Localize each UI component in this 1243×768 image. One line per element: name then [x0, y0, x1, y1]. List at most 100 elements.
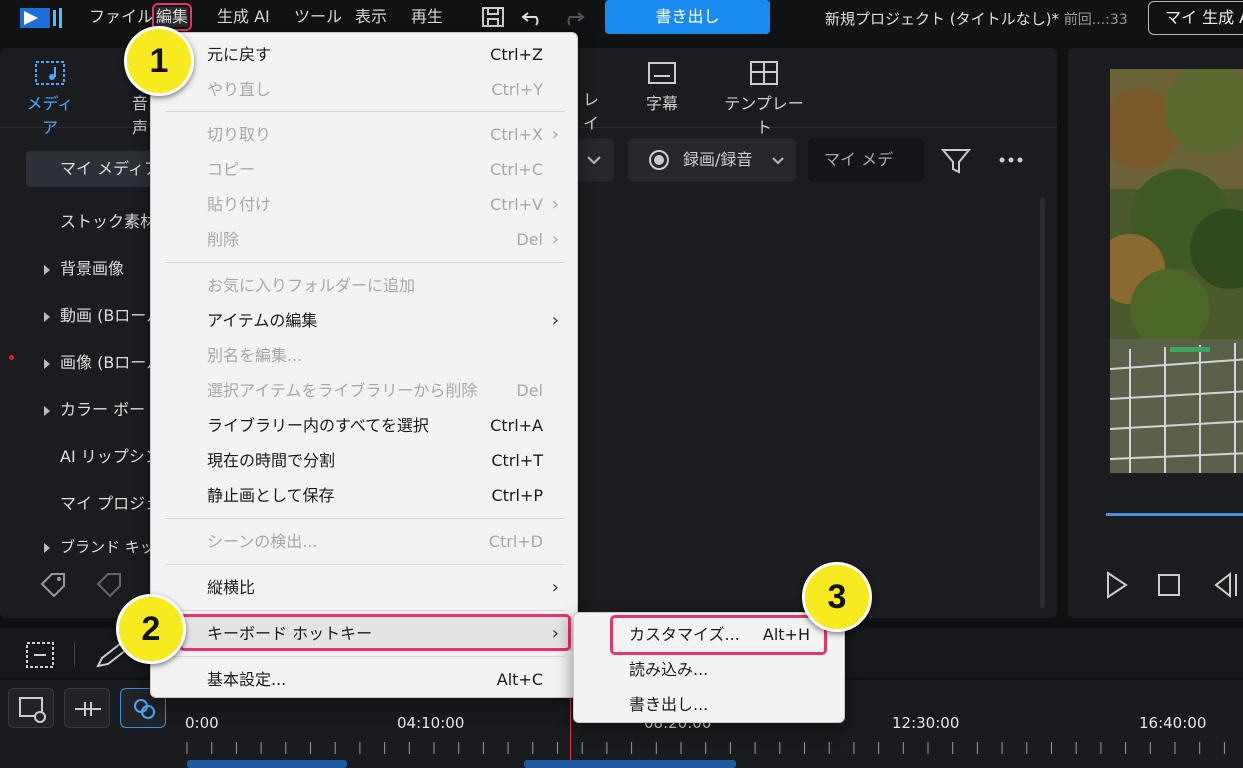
record-icon	[649, 150, 669, 170]
snap-button[interactable]	[64, 688, 110, 728]
edit-menu: 元に戻す Ctrl+Z やり直し Ctrl+Y 切り取り Ctrl+X › コピー Ctr…	[150, 32, 579, 698]
tab-templates-label: テンプレート	[724, 94, 804, 137]
app-logo-icon	[20, 8, 62, 28]
sidebar-item-label: 画像 (Bロール	[60, 353, 163, 372]
menu-separator	[165, 518, 565, 519]
menu-item-edit-item[interactable]: アイテムの編集 ›	[151, 303, 579, 338]
chevron-right-icon: ›	[551, 124, 559, 145]
media-scrollbar[interactable]	[1040, 198, 1045, 608]
menu-item-copy[interactable]: コピー Ctrl+C	[151, 152, 579, 187]
undo-icon[interactable]	[520, 5, 546, 29]
tab-overlay-label: レイ	[582, 90, 599, 133]
project-name: 新規プロジェクト (タイトルなし)*	[825, 10, 1059, 28]
menu-item-split[interactable]: 現在の時間で分割 Ctrl+T	[151, 443, 579, 478]
search-input[interactable]: マイ メデ	[808, 138, 924, 182]
menu-separator	[165, 564, 565, 565]
snap-icon	[75, 702, 101, 716]
new-dot-icon	[9, 355, 14, 360]
menu-item-paste[interactable]: 貼り付け Ctrl+V ›	[151, 187, 579, 222]
preview-image	[1110, 69, 1243, 473]
sidebar-item-image-broll[interactable]: 画像 (Bロール	[44, 349, 162, 373]
menu-item-redo[interactable]: やり直し Ctrl+Y	[151, 72, 579, 107]
video-clip[interactable]	[187, 760, 347, 768]
highlight-customize	[610, 615, 827, 655]
stop-icon[interactable]	[1156, 570, 1182, 600]
menu-generative-ai[interactable]: 生成 AI	[217, 7, 270, 27]
menu-item-rename[interactable]: 別名を編集...	[151, 338, 579, 373]
sidebar-item-stock[interactable]: ストック素材	[60, 208, 156, 232]
tick-label: 12:30:00	[892, 714, 960, 732]
sidebar-item-backgrounds[interactable]: 背景画像	[44, 255, 124, 279]
redo-icon[interactable]	[560, 5, 586, 29]
import-dropdown[interactable]	[578, 138, 614, 182]
templates-icon	[750, 61, 778, 85]
chevron-down-icon	[772, 157, 784, 165]
preview-panel	[1068, 48, 1243, 618]
menu-item-save-still[interactable]: 静止画として保存 Ctrl+P	[151, 478, 579, 513]
subtitles-icon	[648, 62, 676, 84]
more-options-icon[interactable]	[998, 152, 1024, 168]
add-track-button[interactable]	[8, 688, 54, 728]
tab-media[interactable]: メディア	[20, 60, 80, 138]
menu-item-remove-from-library[interactable]: 選択アイテムをライブラリーから削除 Del	[151, 373, 579, 408]
chevron-right-icon: ›	[551, 577, 559, 598]
record-dropdown[interactable]: 録画/録音	[628, 138, 796, 182]
expand-arrow-icon	[44, 311, 50, 322]
menu-item-preferences[interactable]: 基本設定... Alt+C	[151, 662, 579, 697]
video-clip[interactable]	[524, 760, 736, 768]
chevron-right-icon: ›	[551, 194, 559, 215]
menu-tools[interactable]: ツール	[294, 7, 342, 27]
sidebar-item-ai-lipsync[interactable]: AI リップシン	[60, 443, 161, 467]
my-generative-ai-button[interactable]: マイ 生成 A	[1148, 1, 1243, 35]
menu-item-delete[interactable]: 削除 Del ›	[151, 222, 579, 257]
step-badge-1: 1	[124, 26, 194, 96]
chevron-right-icon: ›	[551, 229, 559, 250]
menu-item-select-all[interactable]: ライブラリー内のすべてを選択 Ctrl+A	[151, 408, 579, 443]
filter-icon[interactable]	[940, 146, 972, 176]
menu-separator	[165, 610, 565, 611]
tab-subtitles-label: 字幕	[645, 94, 678, 113]
sidebar-item-my-media[interactable]: マイ メディア	[26, 151, 160, 187]
playhead[interactable]	[570, 690, 571, 768]
add-tag-icon[interactable]	[38, 570, 72, 598]
menu-item-undo[interactable]: 元に戻す Ctrl+Z	[151, 37, 579, 72]
project-suffix: 前回...:33	[1063, 12, 1128, 28]
expand-arrow-icon	[44, 542, 50, 553]
menu-view[interactable]: 表示	[355, 7, 387, 27]
menu-item-export-hotkeys[interactable]: 書き出し...	[574, 687, 846, 722]
tab-templates[interactable]: テンプレート	[722, 60, 806, 138]
menu-separator	[165, 656, 565, 657]
tab-audio-label: 音声	[131, 94, 148, 137]
menu-item-aspect-ratio[interactable]: 縦横比 ›	[151, 570, 579, 605]
expand-arrow-icon	[44, 264, 50, 275]
menu-edit[interactable]: 編集	[151, 3, 193, 31]
chevron-down-icon	[587, 156, 601, 165]
menu-separator	[165, 111, 565, 112]
previous-frame-icon[interactable]	[1208, 570, 1238, 600]
media-icon	[35, 61, 65, 85]
timeline-ruler[interactable]	[185, 738, 1243, 758]
sidebar-item-video-broll[interactable]: 動画 (Bロール	[44, 302, 162, 326]
menu-item-import-hotkeys[interactable]: 読み込み...	[574, 652, 846, 687]
sidebar-item-color-boards[interactable]: カラー ボード	[44, 396, 161, 420]
remove-tag-icon[interactable]	[94, 570, 128, 598]
highlight-hotkeys	[179, 614, 571, 651]
tick-label: 0:00	[185, 714, 219, 732]
preview-progress-bar[interactable]	[1106, 513, 1243, 516]
menu-item-cut[interactable]: 切り取り Ctrl+X ›	[151, 117, 579, 152]
tick-label: 04:10:00	[397, 714, 465, 732]
menu-item-scene-detection[interactable]: シーンの検出... Ctrl+D	[151, 524, 579, 559]
sidebar-item-label: カラー ボード	[60, 400, 162, 419]
chevron-right-icon: ›	[551, 310, 559, 331]
save-icon[interactable]	[480, 5, 506, 29]
tab-subtitles[interactable]: 字幕	[640, 60, 684, 114]
menu-file[interactable]: ファイル	[89, 7, 153, 27]
timeline-fit-icon[interactable]	[24, 640, 56, 670]
play-icon[interactable]	[1104, 570, 1130, 600]
project-title: 新規プロジェクト (タイトルなし)* 前回...:33	[825, 8, 1128, 29]
menu-playback[interactable]: 再生	[411, 7, 443, 27]
menu-separator	[165, 262, 565, 263]
export-button[interactable]: 書き出し	[605, 0, 770, 34]
tab-overlay-partial[interactable]: レイ	[576, 86, 606, 134]
menu-item-add-favorite[interactable]: お気に入りフォルダーに追加	[151, 268, 579, 303]
